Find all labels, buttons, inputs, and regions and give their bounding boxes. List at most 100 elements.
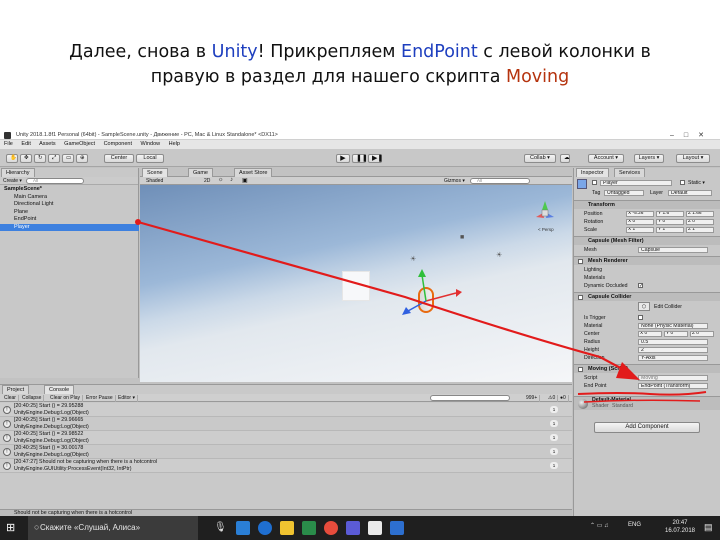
scale-tool-icon[interactable]: ⤢ — [48, 154, 60, 163]
word-app-icon[interactable] — [390, 521, 404, 535]
scene-root-item[interactable]: SampleScene* — [0, 186, 139, 194]
mesh-renderer-header[interactable]: Mesh Renderer — [574, 256, 720, 265]
lighting-foldout[interactable]: Lighting — [574, 266, 720, 274]
menu-help[interactable]: Help — [169, 141, 180, 147]
transform-header[interactable]: Transform — [574, 200, 720, 209]
component-enabled-checkbox[interactable] — [578, 295, 583, 300]
edit-collider-button[interactable]: ⬡ — [638, 302, 650, 311]
add-component-button[interactable]: Add Component — [594, 422, 700, 433]
effects-toggle-icon[interactable]: ▣ — [242, 177, 248, 184]
dynamic-occluded-checkbox[interactable]: ✓ — [638, 283, 643, 289]
hierarchy-item-plane[interactable]: Plane — [0, 209, 139, 217]
rotation-x-field[interactable]: X 0 — [626, 219, 654, 225]
tab-services[interactable]: Services — [614, 168, 646, 177]
notifications-icon[interactable]: ▤ — [704, 522, 713, 533]
move-tool-icon[interactable]: ✥ — [20, 154, 32, 163]
cloud-icon[interactable]: ☁ — [560, 154, 570, 163]
tray-icons[interactable]: ⌃ ▭ ♫ — [590, 522, 609, 529]
console-clear-on-play-button[interactable]: Clear on Play — [48, 394, 84, 402]
tab-hierarchy[interactable]: Hierarchy — [1, 168, 35, 177]
hierarchy-item-main-camera[interactable]: Main Camera — [0, 194, 139, 202]
store-icon[interactable] — [302, 521, 316, 535]
error-count-icon[interactable]: ●0 — [558, 394, 569, 402]
tab-project[interactable]: Project — [2, 385, 30, 394]
pivot-local-toggle[interactable]: Local — [136, 154, 164, 163]
layers-dropdown[interactable]: Layers ▾ — [634, 154, 664, 163]
console-collapse-button[interactable]: Collapse — [20, 394, 45, 402]
lighting-toggle-icon[interactable]: ☼ — [218, 177, 224, 183]
hierarchy-search-input[interactable]: All — [26, 178, 84, 184]
menu-gameobject[interactable]: GameObject — [64, 141, 95, 147]
file-explorer-icon[interactable] — [280, 521, 294, 535]
language-indicator[interactable]: ENG — [628, 522, 641, 528]
tab-asset-store[interactable]: Asset Store — [234, 168, 273, 177]
menu-file[interactable]: File — [4, 141, 13, 147]
pivot-center-toggle[interactable]: Center — [104, 154, 134, 163]
tab-console[interactable]: Console — [44, 385, 75, 394]
log-entry[interactable]: ! [20:47:27] Should not be capturing when… — [0, 459, 572, 473]
tag-dropdown[interactable]: Untagged — [604, 190, 644, 196]
log-entry[interactable]: ! [20:40:25] Start () = 30.00178 UnityEngi… — [0, 445, 572, 459]
edge-browser-icon[interactable] — [258, 521, 272, 535]
console-editor-dropdown[interactable]: Editor ▾ — [116, 394, 138, 402]
log-entry[interactable]: ! [20:40:25] Start () = 29.98522 UnityEngi… — [0, 431, 572, 445]
scene-search-input[interactable]: All — [470, 178, 530, 184]
is-trigger-checkbox[interactable] — [638, 315, 643, 320]
static-checkbox[interactable] — [680, 180, 685, 185]
play-button-icon[interactable]: ▶ — [336, 154, 350, 163]
taskbar-clock[interactable]: 20:47 16.07.2018 — [662, 519, 698, 535]
unity-app-icon[interactable] — [368, 521, 382, 535]
log-entry[interactable]: ! [20:40:25] Start () = 29.96665 UnityEngi… — [0, 417, 572, 431]
microphone-icon[interactable]: 🎙 — [214, 522, 227, 533]
menu-assets[interactable]: Assets — [39, 141, 56, 147]
direction-dropdown[interactable]: Y-Axis — [638, 355, 708, 361]
object-name-field[interactable]: Player — [600, 180, 672, 186]
position-x-field[interactable]: X -5.26 — [626, 211, 654, 217]
endpoint-cube[interactable] — [342, 271, 370, 301]
mesh-filter-header[interactable]: Capsule (Mesh Filter) — [574, 236, 720, 245]
scale-x-field[interactable]: X 1 — [626, 227, 654, 233]
task-view-icon[interactable] — [236, 521, 250, 535]
shading-dropdown[interactable]: Shaded — [146, 178, 163, 184]
endpoint-field[interactable]: EndPoint (Transform) — [638, 383, 708, 389]
materials-foldout[interactable]: Materials — [574, 274, 720, 282]
center-y-field[interactable]: Y 0 — [664, 331, 688, 337]
hand-tool-icon[interactable]: ✋ — [6, 154, 18, 163]
active-checkbox[interactable] — [592, 180, 597, 185]
component-enabled-checkbox[interactable] — [578, 367, 583, 372]
rotation-y-field[interactable]: Y 0 — [656, 219, 684, 225]
account-dropdown[interactable]: Account ▾ — [588, 154, 624, 163]
orientation-gizmo-icon[interactable] — [532, 199, 558, 225]
physic-material-field[interactable]: None (Physic Material) — [638, 323, 708, 329]
console-clear-button[interactable]: Clear — [2, 394, 19, 402]
media-player-icon[interactable] — [346, 521, 360, 535]
tab-game[interactable]: Game — [188, 168, 213, 177]
hierarchy-item-endpoint[interactable]: EndPoint — [0, 216, 139, 224]
windows-start-icon[interactable]: ⊞ — [6, 523, 15, 534]
static-dropdown[interactable]: Static ▾ — [688, 179, 705, 187]
scale-y-field[interactable]: Y 1 — [656, 227, 684, 233]
gizmos-dropdown[interactable]: Gizmos ▾ — [444, 178, 465, 184]
console-error-pause-button[interactable]: Error Pause — [84, 394, 116, 402]
tab-inspector[interactable]: Inspector — [576, 168, 609, 177]
scene-viewport[interactable]: ☀ ☀ ■ < Persp — [140, 185, 572, 382]
warning-count-icon[interactable]: ⚠0 — [546, 394, 559, 402]
layer-dropdown[interactable]: Default — [668, 190, 712, 196]
pause-button-icon[interactable]: ❚❚ — [352, 154, 368, 163]
window-controls[interactable]: –□✕ — [670, 131, 714, 139]
2d-toggle[interactable]: 2D — [204, 178, 210, 184]
height-field[interactable]: 2 — [638, 347, 708, 353]
log-entry[interactable]: ! [20:40:25] Start () = 29.95288 UnityEngi… — [0, 403, 572, 417]
mesh-field[interactable]: Capsule — [638, 247, 708, 253]
rotate-tool-icon[interactable]: ↻ — [34, 154, 46, 163]
rotation-z-field[interactable]: Z 0 — [686, 219, 714, 225]
step-button-icon[interactable]: ▶❚ — [368, 154, 383, 163]
capsule-collider-header[interactable]: Capsule Collider — [574, 292, 720, 301]
perspective-label[interactable]: < Persp — [538, 227, 554, 232]
component-enabled-checkbox[interactable] — [578, 259, 583, 264]
center-x-field[interactable]: X 0 — [638, 331, 662, 337]
radius-field[interactable]: 0.5 — [638, 339, 708, 345]
rect-tool-icon[interactable]: ▭ — [62, 154, 74, 163]
center-z-field[interactable]: Z 0 — [690, 331, 714, 337]
menu-window[interactable]: Window — [141, 141, 161, 147]
